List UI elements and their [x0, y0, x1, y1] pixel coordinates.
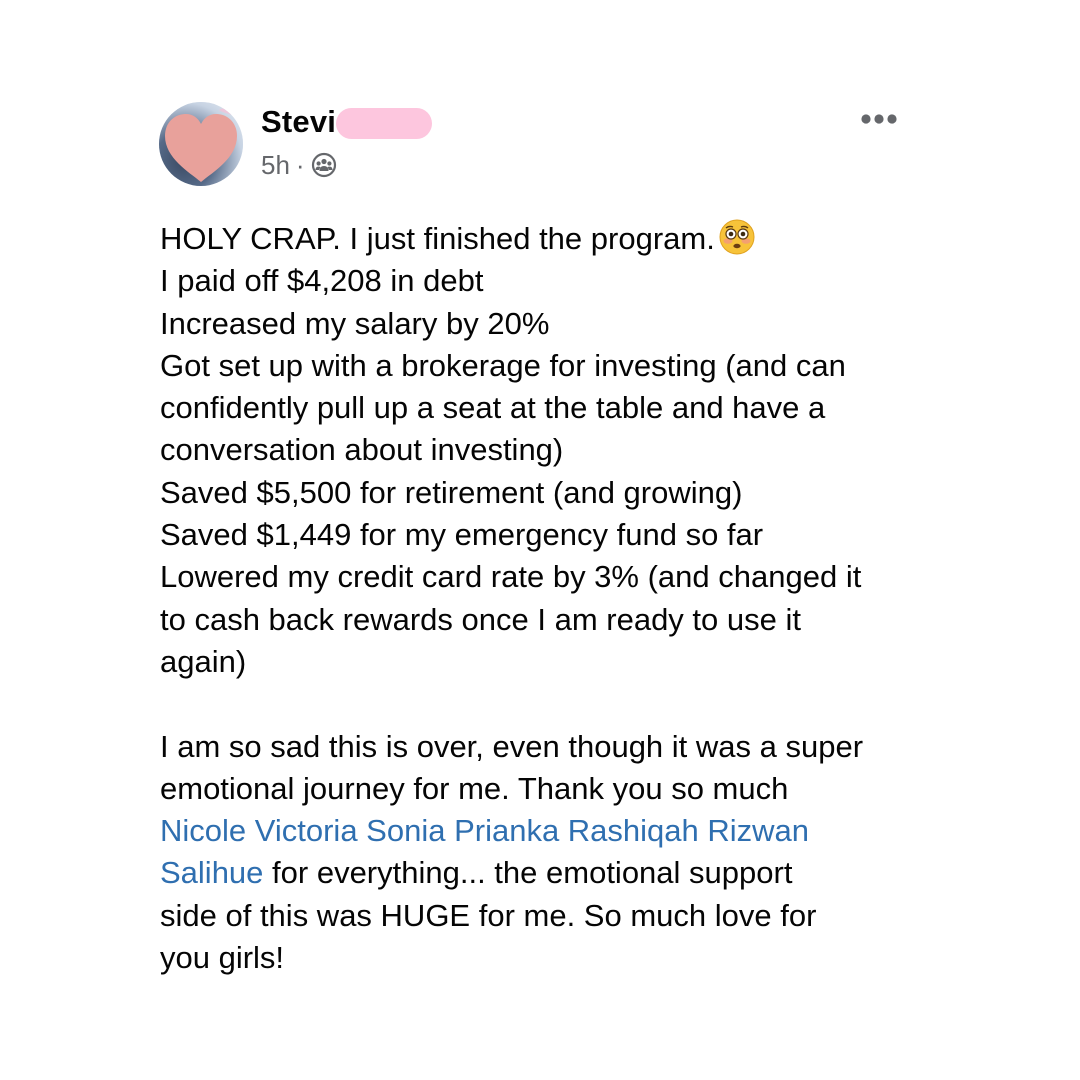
post-timestamp[interactable]: 5h — [261, 148, 290, 182]
post-line: Salihue for everything... the emotional … — [160, 852, 920, 894]
post-line: Increased my salary by 20% — [160, 305, 550, 341]
post-line: again) — [160, 643, 247, 679]
avatar[interactable] — [159, 102, 243, 186]
post-meta: 5h · — [261, 148, 337, 182]
post-line: HOLY CRAP. I just finished the program. — [160, 218, 920, 260]
mention-link[interactable]: Salihue — [160, 855, 263, 890]
post-line: you girls! — [160, 940, 285, 976]
post-line: confidently pull up a seat at the table … — [160, 390, 826, 426]
post-line: I am so sad this is over, even though it… — [160, 728, 864, 764]
group-audience-icon[interactable] — [311, 152, 337, 178]
post-line: Saved $5,500 for retirement (and growing… — [160, 474, 743, 510]
mention-link[interactable]: Nicole Victoria Sonia Prianka Rashiqah R… — [160, 813, 809, 848]
facebook-post: Stevi 5h · HOLY CRAP. I just finished th — [0, 0, 1080, 1080]
post-line: I paid off $4,208 in debt — [160, 263, 484, 299]
post-line: Nicole Victoria Sonia Prianka Rashiqah R… — [160, 810, 920, 852]
author-name[interactable]: Stevi — [261, 103, 336, 141]
paragraph-break — [160, 683, 920, 725]
post-text: for everything... the emotional support — [263, 855, 793, 891]
post-body: HOLY CRAP. I just finished the program. … — [160, 218, 920, 979]
post-line: conversation about investing) — [160, 432, 564, 468]
flushed-face-emoji — [719, 219, 755, 255]
post-line: side of this was HUGE for me. So much lo… — [160, 897, 817, 933]
post-line: Lowered my credit card rate by 3% (and c… — [160, 559, 862, 595]
post-line: to cash back rewards once I am ready to … — [160, 601, 801, 637]
more-options-icon[interactable] — [858, 104, 900, 134]
meta-separator: · — [295, 150, 305, 180]
post-line: Got set up with a brokerage for investin… — [160, 347, 846, 383]
post-line: emotional journey for me. Thank you so m… — [160, 770, 789, 806]
post-line: Saved $1,449 for my emergency fund so fa… — [160, 517, 764, 553]
heart-icon — [165, 108, 239, 182]
name-redaction — [336, 108, 432, 139]
